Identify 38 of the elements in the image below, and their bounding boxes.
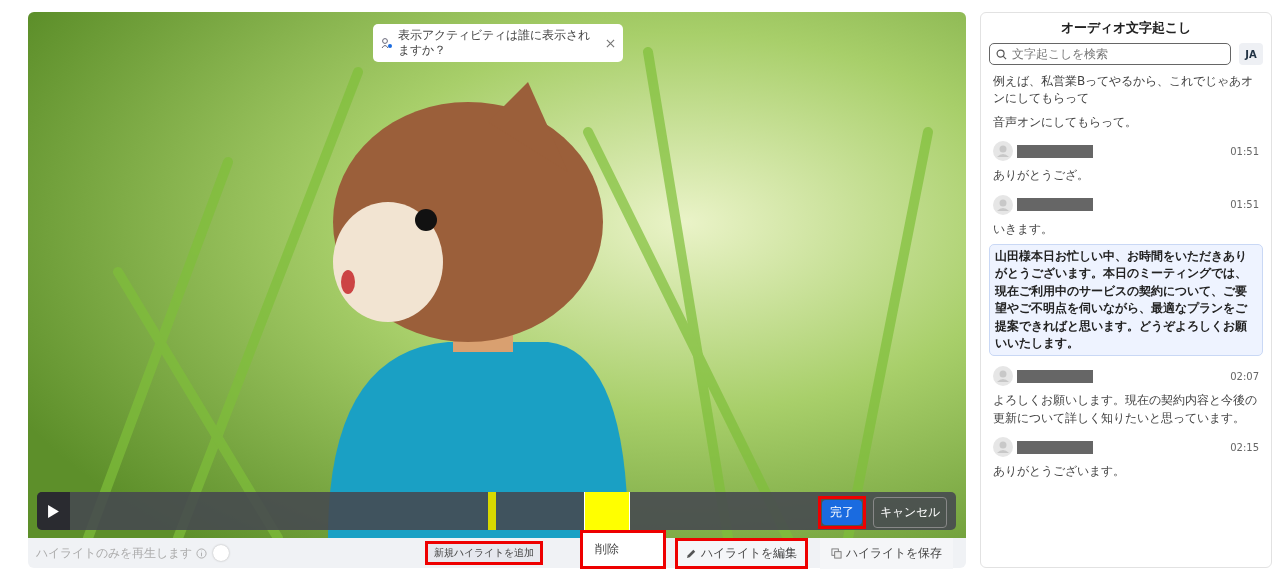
edit-highlight-button[interactable]: ハイライトを編集	[675, 537, 808, 569]
done-button[interactable]: 完了	[822, 500, 862, 525]
menu-item[interactable]: 削除	[595, 541, 651, 558]
play-button[interactable]	[37, 492, 70, 530]
transcript-text[interactable]: 山田様本日お忙しい中、お時間をいただきありがとうございます。本日のミーティングでは、現在ご利用中のサービスの契約について、ご要望やご不明点を伺いながら、最適なプランをご提案できればと思います。どうぞよろしくお願いいたします。	[989, 243, 1263, 357]
avatar-icon	[993, 141, 1013, 162]
timeline-bar[interactable]: 完了 キャンセル	[37, 492, 956, 530]
panel-title: オーディオ文字起こし	[1060, 19, 1192, 37]
close-icon[interactable]	[606, 38, 615, 48]
transcript-text[interactable]: よろしくお願いします。現在の契約内容と今後の更新について詳しく知りたいと思っています。	[989, 392, 1263, 428]
toggle-switch[interactable]	[213, 545, 229, 561]
timestamp: 01:51	[1230, 199, 1260, 211]
transcript-text[interactable]: 音声オンにしてもらって。	[989, 113, 1263, 132]
search-icon	[996, 48, 1007, 60]
avatar-icon	[993, 437, 1013, 458]
pencil-icon	[686, 547, 697, 559]
new-highlight-button[interactable]: 新規ハイライトを追加	[425, 541, 543, 565]
language-button[interactable]: JA	[1239, 43, 1263, 65]
highlight-segment[interactable]	[488, 492, 496, 530]
transcript-text[interactable]: ありがとうござ。	[989, 167, 1263, 185]
tooltip-text: 表示アクティビティは誰に表示されますか？	[398, 28, 591, 58]
cancel-button[interactable]: キャンセル	[873, 497, 947, 528]
avatar-icon	[993, 366, 1013, 387]
transcript-text[interactable]: ありがとうございます。	[989, 463, 1263, 481]
timestamp: 01:51	[1230, 145, 1260, 157]
search-field[interactable]: 文字起こしを検索	[989, 43, 1231, 65]
transcript-text[interactable]: いきます。	[989, 220, 1263, 238]
play-icon	[48, 504, 59, 518]
copy-icon	[831, 547, 842, 559]
highlight-segment[interactable]	[584, 492, 630, 530]
timestamp: 02:15	[1230, 441, 1260, 453]
people-icon	[381, 37, 393, 49]
toggle-label: ハイライトのみを再生します	[36, 544, 192, 562]
avatar-icon	[993, 194, 1013, 215]
timestamp: 02:07	[1230, 370, 1260, 382]
save-highlight-button[interactable]: ハイライトを保存	[820, 537, 953, 569]
info-icon[interactable]	[196, 547, 207, 559]
transcript-text[interactable]: 例えば、私営業Bってやるから、これでじゃあオンにしてもらって	[989, 73, 1263, 108]
